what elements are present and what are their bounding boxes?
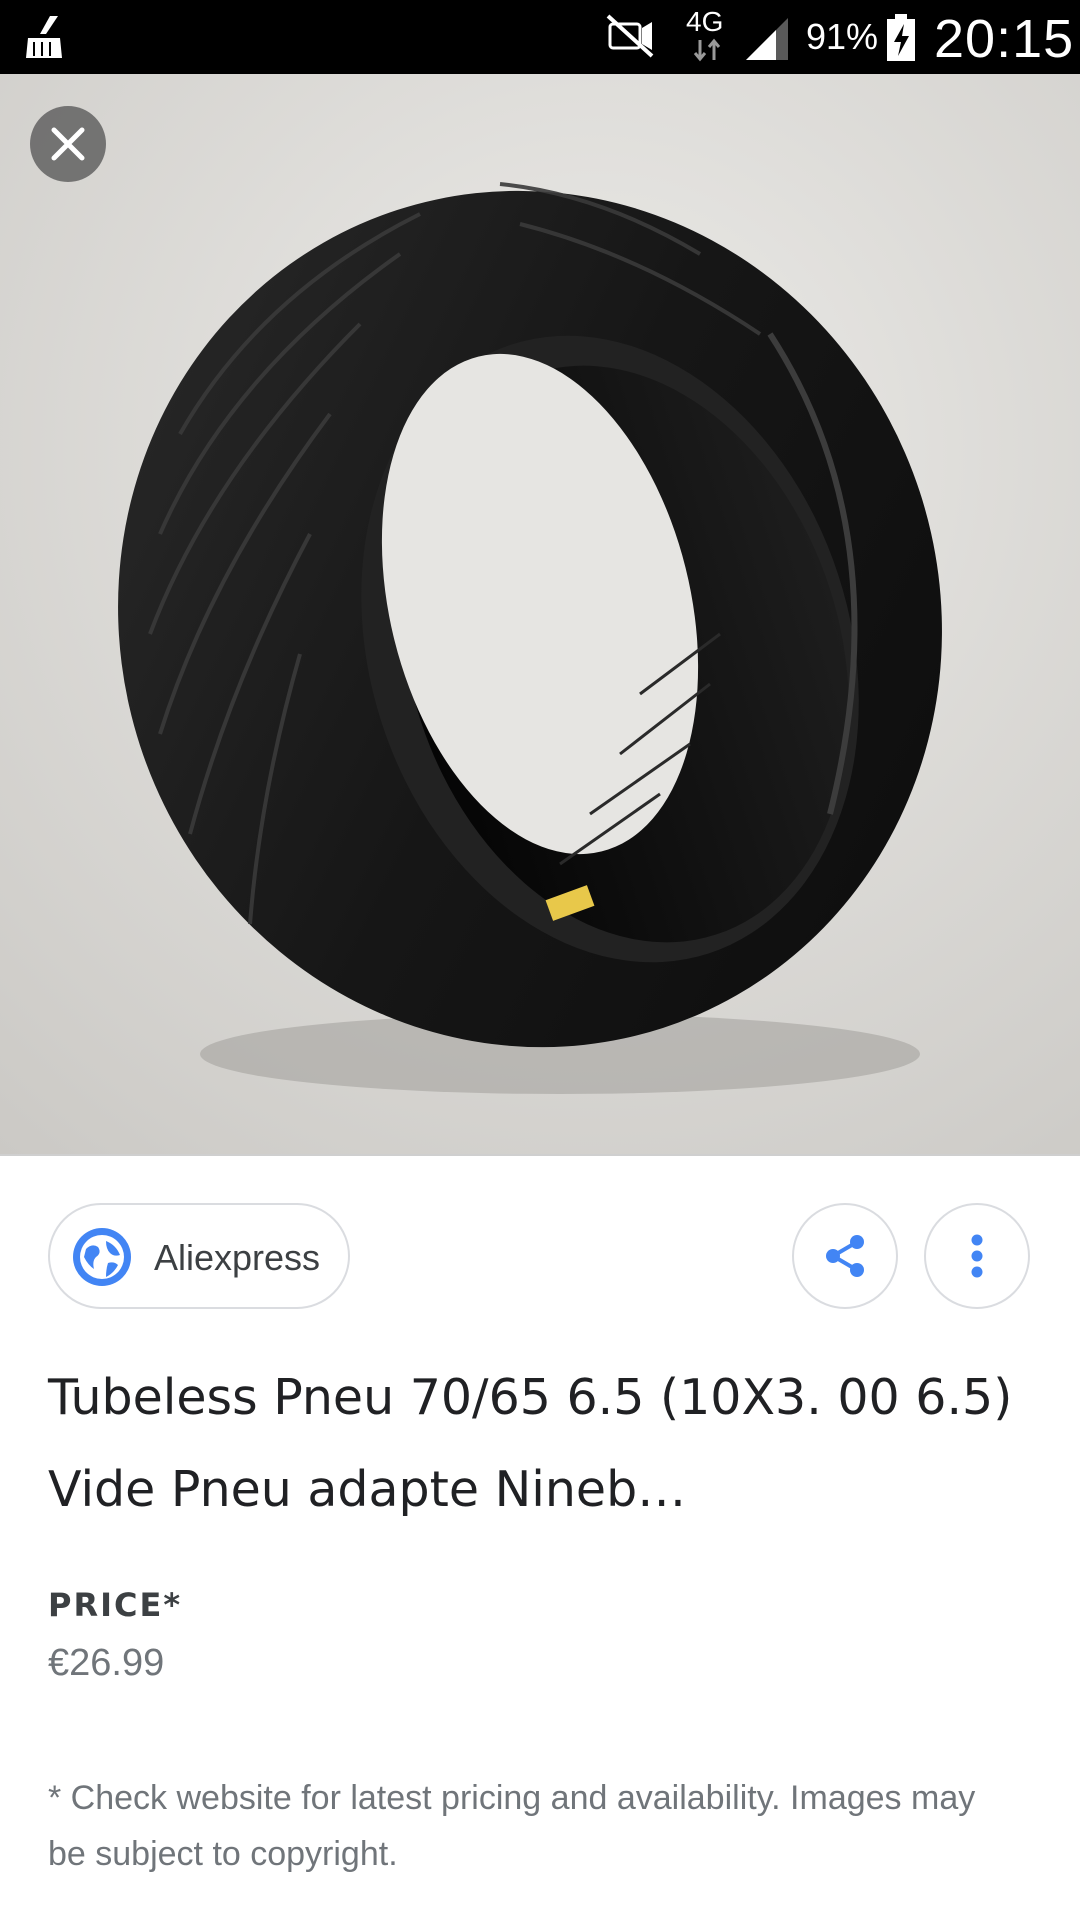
- mute-icon: [606, 14, 654, 58]
- tire-photo: [0, 74, 1080, 1154]
- product-image[interactable]: [0, 74, 1080, 1156]
- more-options-button[interactable]: [924, 1203, 1030, 1309]
- more-vert-icon: [971, 1234, 983, 1278]
- share-icon: [826, 1235, 864, 1277]
- cleaner-icon: [26, 16, 62, 58]
- status-bar: 4G 91% 20:15: [0, 0, 1080, 74]
- clock: 20:15: [934, 9, 1075, 69]
- globe-icon: [73, 1228, 131, 1286]
- close-button[interactable]: [30, 106, 106, 182]
- network-type: 4G: [686, 6, 724, 37]
- product-title[interactable]: Tubeless Pneu 70/65 6.5 (10X3. 00 6.5) V…: [48, 1352, 1038, 1536]
- share-button[interactable]: [792, 1203, 898, 1309]
- source-name: Aliexpress: [154, 1237, 321, 1278]
- battery-charging-icon: [887, 14, 915, 61]
- source-chip[interactable]: Aliexpress: [48, 1203, 350, 1309]
- price-value: €26.99: [48, 1642, 165, 1684]
- price-label: PRICE*: [48, 1586, 183, 1624]
- close-icon: [51, 127, 85, 161]
- signal-icon: [746, 18, 788, 60]
- battery-percent: 91%: [806, 16, 879, 57]
- data-arrows-icon: [693, 38, 721, 62]
- pricing-disclaimer: * Check website for latest pricing and a…: [48, 1779, 976, 1873]
